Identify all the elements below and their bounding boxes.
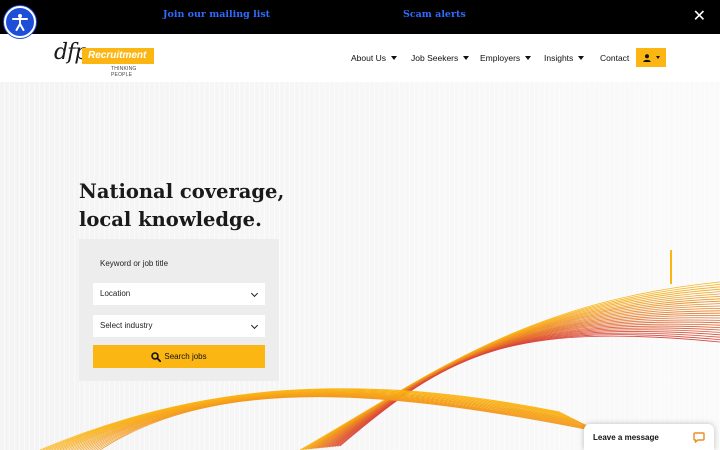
mailing-list-link[interactable]: Join our mailing list [163,9,270,20]
nav-item-label: Contact [600,53,630,63]
nav-item-label: Job Seekers [411,53,459,63]
scam-alerts-link[interactable]: Scam alerts [403,9,466,20]
decorative-accent-line [670,250,672,284]
search-jobs-button[interactable]: Search jobs [93,345,265,368]
leave-message-widget[interactable]: Leave a message [584,424,714,450]
wave-line [39,388,561,450]
location-select[interactable]: Location [93,283,265,305]
account-menu-button[interactable] [636,48,666,67]
nav-item-employers[interactable]: Employers [480,53,532,63]
user-icon [642,53,651,62]
nav-item-job-seekers[interactable]: Job Seekers [411,53,470,63]
accessibility-icon [12,14,28,31]
hero-headline: National coverage, local knowledge. [79,178,284,234]
logo-wordmark: Recruitment [82,48,154,64]
keyword-input[interactable]: Keyword or job title [100,259,168,268]
hero-section: National coverage, local knowledge. Keyw… [0,82,720,450]
location-select-value: Location [100,289,131,298]
caret-down-icon [525,56,532,60]
nav-item-insights[interactable]: Insights [544,53,585,63]
nav-item-label: About Us [351,53,386,63]
chevron-down-icon [250,321,259,330]
logo-tagline: THINKING PEOPLE [111,66,137,78]
search-jobs-label: Search jobs [164,352,207,361]
caret-down-icon [390,56,397,60]
caret-down-icon [463,56,470,60]
caret-down-icon [655,56,660,59]
nav-item-label: Employers [480,53,521,63]
nav-item-contact[interactable]: Contact [600,53,629,63]
chevron-down-icon [250,289,259,298]
industry-select-value: Select industry [100,321,153,330]
announcement-bar: Join our mailing list Scam alerts ✕ [0,0,720,34]
nav-item-about-us[interactable]: About Us [351,53,397,63]
headline-line-2: local knowledge. [79,208,262,231]
job-search-card: Keyword or job title Location Select ind… [79,239,279,381]
nav-item-label: Insights [544,53,574,63]
wave-line [42,388,562,450]
accessibility-button[interactable] [4,6,36,38]
site-header: dfp Recruitment THINKING PEOPLE About Us… [0,34,720,82]
search-icon [151,351,162,362]
caret-down-icon [578,56,585,60]
headline-line-1: National coverage, [79,180,285,203]
site-logo[interactable]: dfp Recruitment THINKING PEOPLE [54,40,156,78]
wave-line [51,390,568,450]
industry-select[interactable]: Select industry [93,315,265,337]
close-banner-icon[interactable]: ✕ [693,8,706,24]
chat-bubble-icon [693,432,705,443]
wave-line [91,395,595,450]
leave-message-label: Leave a message [593,433,659,442]
